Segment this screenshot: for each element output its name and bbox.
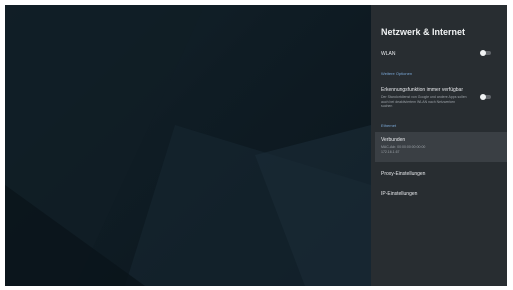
- scanning-label: Erkennungsfunktion immer verfügbar: [381, 87, 463, 93]
- panel-title: Netzwerk & Internet: [381, 27, 466, 37]
- wallpaper-shapes: [5, 5, 371, 286]
- proxy-settings-item[interactable]: Proxy-Einstellungen: [381, 171, 425, 177]
- ip-settings-item[interactable]: IP-Einstellungen: [381, 191, 417, 197]
- tv-screen: Netzwerk & Internet WLAN Weitere Optione…: [5, 5, 507, 286]
- ethernet-mac: MAC-Adr. 00:00:00:00:00:00: [381, 145, 426, 149]
- scanning-toggle[interactable]: [480, 94, 492, 100]
- more-options-header: Weitere Optionen: [381, 71, 413, 76]
- wlan-toggle-thumb: [480, 50, 486, 56]
- wlan-toggle[interactable]: [480, 50, 492, 56]
- scanning-description: Der Standortdienst von Google und andere…: [381, 95, 467, 108]
- wallpaper-backdrop: [5, 5, 371, 286]
- ethernet-header: Ethernet: [381, 123, 397, 128]
- ethernet-status: Verbunden: [381, 137, 406, 143]
- ethernet-connected-row[interactable]: Verbunden MAC-Adr. 00:00:00:00:00:00 172…: [375, 132, 507, 162]
- settings-panel: Netzwerk & Internet WLAN Weitere Optione…: [371, 5, 507, 286]
- ethernet-ip: 172.16.1.67: [381, 150, 400, 154]
- wlan-label: WLAN: [381, 51, 396, 57]
- scanning-toggle-thumb: [480, 94, 486, 100]
